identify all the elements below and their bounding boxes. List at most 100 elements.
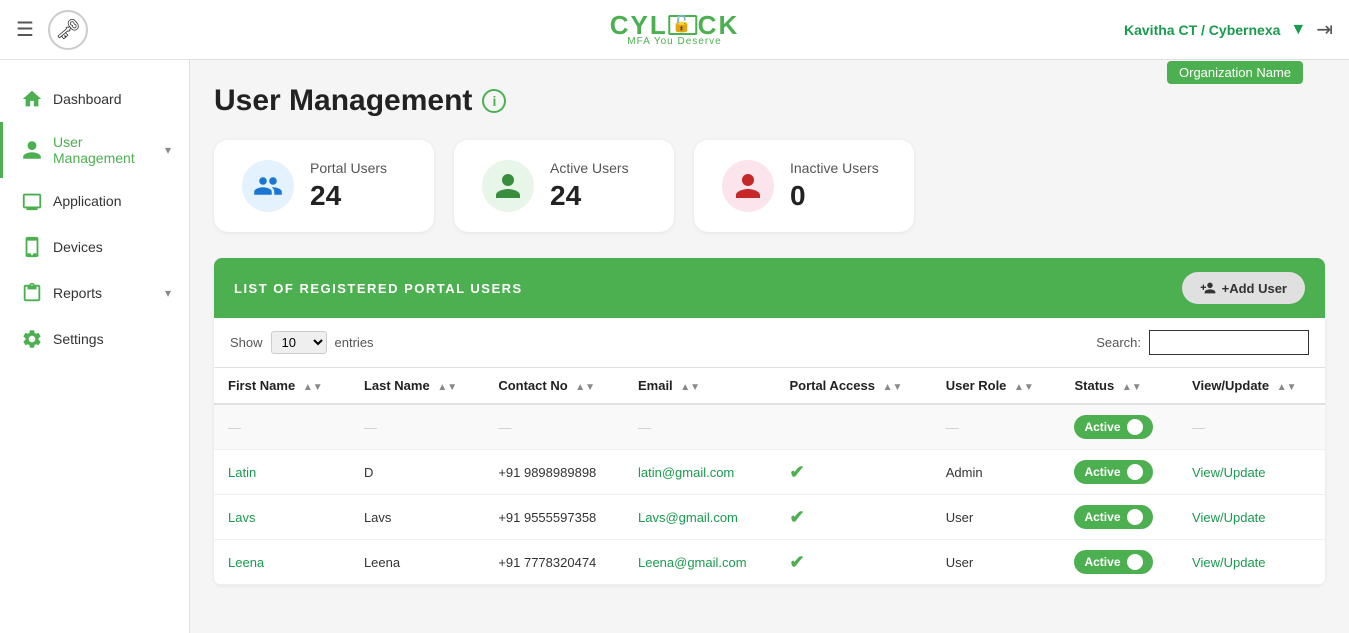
- active-users-icon-wrap: [482, 160, 534, 212]
- show-label: Show: [230, 335, 263, 350]
- inactive-users-icon: [733, 171, 763, 201]
- inactive-users-info: Inactive Users 0: [790, 160, 879, 212]
- search-row: Search:: [1096, 330, 1309, 355]
- email-link[interactable]: latin@gmail.com: [638, 465, 734, 480]
- stats-row: Portal Users 24 Active Users 24: [214, 140, 1325, 232]
- entries-label: entries: [335, 335, 374, 350]
- cell-status: Active: [1060, 495, 1178, 540]
- home-icon: [21, 88, 43, 110]
- checkmark: ✔: [789, 462, 804, 482]
- logo-text: CYL🔓CK: [610, 12, 739, 38]
- add-user-button[interactable]: +Add User: [1182, 272, 1305, 304]
- cell-last-name: D: [350, 450, 484, 495]
- user-dropdown-arrow[interactable]: ▼: [1290, 21, 1306, 39]
- col-status[interactable]: Status ▲▼: [1060, 368, 1178, 405]
- cell-email: Lavs@gmail.com: [624, 495, 775, 540]
- users-table: First Name ▲▼ Last Name ▲▼ Contact No ▲▼…: [214, 367, 1325, 585]
- portal-users-icon-wrap: [242, 160, 294, 212]
- table-row: Latin D +91 9898989898 latin@gmail.com ✔…: [214, 450, 1325, 495]
- sidebar-label-dashboard: Dashboard: [53, 91, 122, 107]
- cell-contact: +91 9555597358: [484, 495, 624, 540]
- cell-portal-access: ✔: [775, 495, 931, 540]
- cell-contact: +91 9898989898: [484, 450, 624, 495]
- add-user-label: +Add User: [1222, 281, 1287, 296]
- status-toggle[interactable]: Active: [1074, 415, 1152, 439]
- logout-icon[interactable]: ⇥: [1316, 17, 1333, 42]
- col-view-update[interactable]: View/Update ▲▼: [1178, 368, 1325, 405]
- cell-role: Admin: [932, 450, 1061, 495]
- table-row: — — — — — Active —: [214, 404, 1325, 450]
- logo-wrap: CYL🔓CK MFA You Deserve: [610, 12, 739, 47]
- add-user-icon: [1200, 280, 1216, 296]
- toggle-circle: [1127, 509, 1143, 525]
- sidebar-item-settings[interactable]: Settings: [0, 316, 189, 362]
- cell-status: Active: [1060, 540, 1178, 585]
- toggle-circle: [1127, 419, 1143, 435]
- clipboard-icon: [21, 282, 43, 304]
- view-update-link[interactable]: View/Update: [1192, 555, 1265, 570]
- col-email[interactable]: Email ▲▼: [624, 368, 775, 405]
- logo-icon: 🗝: [48, 10, 88, 50]
- user-label[interactable]: Kavitha CT / Cybernexa: [1124, 22, 1280, 38]
- email-link[interactable]: Leena@gmail.com: [638, 555, 747, 570]
- info-icon[interactable]: i: [482, 89, 506, 113]
- table-body: — — — — — Active —: [214, 404, 1325, 585]
- col-contact[interactable]: Contact No ▲▼: [484, 368, 624, 405]
- col-portal-access[interactable]: Portal Access ▲▼: [775, 368, 931, 405]
- active-users-value: 24: [550, 180, 629, 212]
- search-input[interactable]: [1149, 330, 1309, 355]
- cell-first-name: —: [214, 404, 350, 450]
- table-wrapper: First Name ▲▼ Last Name ▲▼ Contact No ▲▼…: [214, 367, 1325, 585]
- status-toggle[interactable]: Active: [1074, 505, 1152, 529]
- sidebar: Dashboard User Management ▾ Application …: [0, 60, 190, 633]
- cell-action: —: [1178, 404, 1325, 450]
- cell-action: View/Update: [1178, 450, 1325, 495]
- list-header-title: LIST OF REGISTERED PORTAL USERS: [234, 281, 523, 296]
- cell-status: Active: [1060, 404, 1178, 450]
- sidebar-item-devices[interactable]: Devices: [0, 224, 189, 270]
- stat-card-active-users: Active Users 24: [454, 140, 674, 232]
- cell-email: latin@gmail.com: [624, 450, 775, 495]
- col-last-name[interactable]: Last Name ▲▼: [350, 368, 484, 405]
- col-user-role[interactable]: User Role ▲▼: [932, 368, 1061, 405]
- cell-email: —: [624, 404, 775, 450]
- cell-status: Active: [1060, 450, 1178, 495]
- checkmark: ✔: [789, 552, 804, 572]
- inactive-users-label: Inactive Users: [790, 160, 879, 176]
- view-update-link[interactable]: View/Update: [1192, 465, 1265, 480]
- tablet-icon: [21, 236, 43, 258]
- cell-last-name: Leena: [350, 540, 484, 585]
- table-row: Leena Leena +91 7778320474 Leena@gmail.c…: [214, 540, 1325, 585]
- cell-action: View/Update: [1178, 495, 1325, 540]
- table-controls: Show 10 25 50 100 entries Search:: [214, 318, 1325, 367]
- active-users-icon: [493, 171, 523, 201]
- email-link[interactable]: Lavs@gmail.com: [638, 510, 738, 525]
- first-name-link[interactable]: Leena: [228, 555, 264, 570]
- list-header: LIST OF REGISTERED PORTAL USERS +Add Use…: [214, 258, 1325, 318]
- first-name-link[interactable]: Latin: [228, 465, 256, 480]
- menu-icon[interactable]: ☰: [16, 17, 34, 42]
- status-toggle[interactable]: Active: [1074, 460, 1152, 484]
- cell-contact: +91 7778320474: [484, 540, 624, 585]
- view-update-link[interactable]: View/Update: [1192, 510, 1265, 525]
- portal-users-label: Portal Users: [310, 160, 387, 176]
- sidebar-item-application[interactable]: Application: [0, 178, 189, 224]
- sidebar-item-user-management[interactable]: User Management ▾: [0, 122, 189, 178]
- entries-select[interactable]: 10 25 50 100: [271, 331, 327, 354]
- status-toggle[interactable]: Active: [1074, 550, 1152, 574]
- first-name-link[interactable]: Lavs: [228, 510, 255, 525]
- sidebar-item-reports[interactable]: Reports ▾: [0, 270, 189, 316]
- inactive-users-value: 0: [790, 180, 879, 212]
- gear-icon: [21, 328, 43, 350]
- table-header-row: First Name ▲▼ Last Name ▲▼ Contact No ▲▼…: [214, 368, 1325, 405]
- person-icon: [21, 139, 43, 161]
- cell-role: User: [932, 540, 1061, 585]
- col-first-name[interactable]: First Name ▲▼: [214, 368, 350, 405]
- search-label: Search:: [1096, 335, 1141, 350]
- stat-card-portal-users: Portal Users 24: [214, 140, 434, 232]
- sidebar-item-dashboard[interactable]: Dashboard: [0, 76, 189, 122]
- sidebar-label-settings: Settings: [53, 331, 104, 347]
- page-title: User Management: [214, 84, 472, 118]
- header: ☰ 🗝 CYL🔓CK MFA You Deserve Kavitha CT / …: [0, 0, 1349, 60]
- sidebar-label-devices: Devices: [53, 239, 103, 255]
